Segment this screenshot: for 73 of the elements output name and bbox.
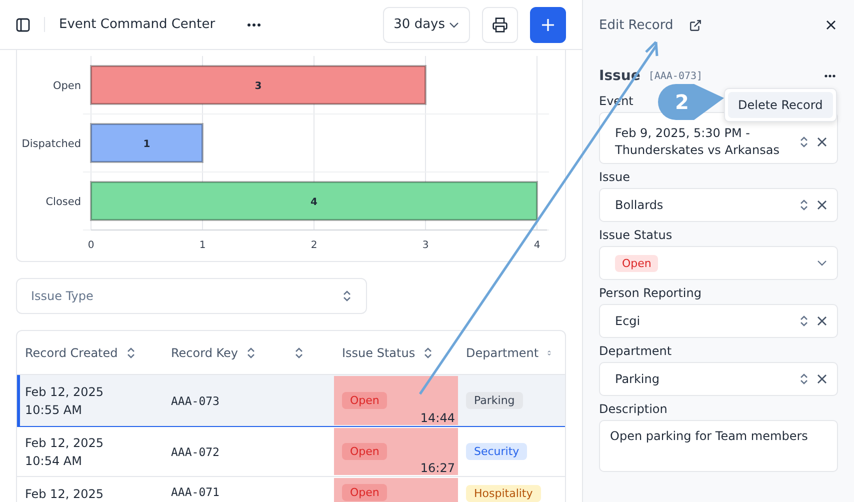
status-select[interactable]: Open	[599, 246, 838, 280]
select-field[interactable]: Parking	[599, 362, 838, 396]
page-title: Event Command Center	[44, 17, 216, 32]
clear-icon[interactable]	[817, 374, 827, 384]
field-label: Person Reporting	[599, 286, 702, 300]
sidebar-toggle-icon[interactable]	[14, 16, 32, 34]
field-label: Description	[599, 402, 668, 416]
panel-title: Edit Record	[599, 18, 674, 32]
column-header[interactable]: Department	[466, 346, 539, 360]
bar-value: 1	[143, 139, 150, 150]
date-range-dropdown[interactable]: 30 days	[382, 6, 470, 42]
sort-icon	[799, 315, 809, 327]
sort-icon	[799, 199, 809, 211]
record-key: [AAA-073]	[648, 70, 703, 82]
category-label: Open	[52, 80, 81, 92]
status-tag: Open	[342, 484, 388, 501]
table-row[interactable]: Feb 12, 2025 10:55 AM AAA-073 Open 14:44 Parking	[17, 375, 565, 427]
clear-icon[interactable]	[817, 200, 827, 210]
timer-text: 14:44	[420, 411, 455, 425]
sort-icon	[246, 346, 256, 358]
field-label: Issue	[599, 170, 630, 184]
date-cell-text: Feb 12, 2025 10:55 AM	[25, 384, 104, 418]
plus-icon	[541, 18, 555, 32]
x-axis: 0 1 2 3 4	[88, 230, 548, 251]
x-tick-label: 1	[199, 240, 206, 251]
bar-value: 3	[254, 81, 262, 92]
issue-type-select[interactable]: Issue Type	[16, 278, 367, 314]
sort-icon	[423, 346, 434, 358]
field-label: Department	[599, 344, 672, 358]
category-label: Closed	[46, 196, 81, 208]
date-cell-text: Feb 12, 2025 10:54 AM	[25, 434, 104, 470]
sort-icon	[294, 346, 304, 358]
select-field[interactable]: Bollards	[599, 188, 838, 222]
add-button[interactable]	[530, 6, 566, 42]
x-tick-label: 2	[310, 240, 318, 251]
table-row[interactable]: Feb 12, 2025 10:54 AM AAA-072 Open 16:27 Security	[17, 427, 565, 477]
close-icon[interactable]	[824, 18, 838, 32]
department-tag: Hospitality	[466, 485, 541, 502]
x-tick-label: 0	[88, 240, 94, 251]
sort-icon	[799, 373, 809, 385]
printer-icon	[492, 16, 508, 32]
status-tag: Open	[342, 392, 388, 409]
chevron-down-icon	[449, 22, 459, 28]
sort-icon	[126, 346, 136, 358]
menu-item[interactable]: Delete Record	[728, 92, 833, 118]
more-icon[interactable]	[245, 20, 264, 28]
column-header[interactable]: Record Created	[25, 346, 118, 360]
clear-icon[interactable]	[817, 137, 827, 147]
record-key-cell: AAA-072	[171, 444, 220, 458]
timer-text: 16:27	[420, 461, 455, 475]
column-header[interactable]: Record Key	[171, 346, 238, 360]
record-key-cell: AAA-073	[171, 394, 220, 408]
description-field[interactable]: Open parking for Team members	[599, 420, 838, 472]
chevron-down-icon	[817, 260, 827, 266]
sort-icon	[799, 136, 809, 148]
category-label: Dispatched	[22, 138, 81, 150]
date-cell-text: Feb 12, 2025	[25, 486, 104, 502]
field-label: Issue Status	[599, 228, 672, 242]
column-header[interactable]: Issue Status	[342, 346, 416, 360]
status-tag: Open	[342, 443, 388, 460]
select-field[interactable]: Ecgi	[599, 304, 838, 338]
clear-icon[interactable]	[817, 316, 827, 326]
print-button[interactable]	[482, 6, 518, 42]
sort-icon	[342, 290, 352, 302]
record-key-cell: AAA-071	[171, 485, 220, 499]
department-tag: Security	[466, 443, 528, 460]
more-icon[interactable]	[822, 72, 838, 80]
department-tag: Parking	[466, 392, 523, 409]
x-tick-label: 3	[422, 240, 429, 251]
bar-value: 4	[310, 197, 318, 208]
x-tick-label: 4	[534, 240, 540, 251]
step-badge: 2	[658, 84, 724, 120]
status-tag: Open	[615, 254, 658, 272]
